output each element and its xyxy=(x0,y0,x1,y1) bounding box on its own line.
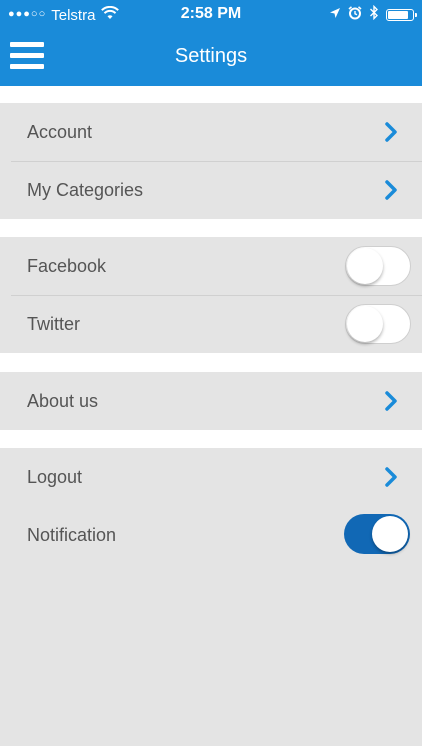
row-label: Facebook xyxy=(27,256,107,276)
row-label: Notification xyxy=(27,525,117,545)
location-arrow-icon xyxy=(329,6,341,23)
page-title: Settings xyxy=(174,45,248,67)
row-label: My Categories xyxy=(27,180,144,200)
settings-list: Account My Categories Facebook Twitter A… xyxy=(0,86,422,750)
settings-group-account-actions: Logout Notification xyxy=(0,448,422,746)
chevron-right-icon xyxy=(385,467,397,487)
toggle-knob xyxy=(347,247,383,284)
settings-row-about-us[interactable]: About us xyxy=(0,372,422,430)
settings-group-social: Facebook Twitter xyxy=(0,237,422,353)
settings-group-account: Account My Categories xyxy=(0,103,422,219)
settings-row-notification: Notification xyxy=(0,506,422,564)
chevron-right-icon xyxy=(385,122,397,142)
settings-group-about: About us xyxy=(0,372,422,430)
alarm-clock-icon xyxy=(348,5,362,24)
chevron-right-icon xyxy=(385,391,397,411)
settings-row-logout[interactable]: Logout xyxy=(0,448,422,506)
toggle-knob xyxy=(372,516,408,552)
settings-row-my-categories[interactable]: My Categories xyxy=(0,161,422,219)
chevron-right-icon xyxy=(385,180,397,200)
row-label: Account xyxy=(27,122,93,142)
row-label: Logout xyxy=(27,467,83,487)
twitter-toggle[interactable] xyxy=(345,304,411,344)
bluetooth-icon xyxy=(369,4,379,24)
battery-tip xyxy=(415,12,417,17)
settings-row-facebook: Facebook xyxy=(0,237,422,295)
status-right xyxy=(329,4,417,24)
settings-row-twitter: Twitter xyxy=(0,295,422,353)
status-bar: ●●●○○ Telstra 2:58 PM xyxy=(0,0,422,30)
settings-row-account[interactable]: Account xyxy=(0,103,422,161)
notification-toggle[interactable] xyxy=(344,514,410,554)
row-label: About us xyxy=(27,391,99,411)
facebook-toggle[interactable] xyxy=(345,246,411,286)
battery-level xyxy=(388,10,408,19)
row-label: Twitter xyxy=(27,314,81,334)
toggle-knob xyxy=(347,305,383,342)
battery-icon xyxy=(386,8,417,21)
app-header: ●●●○○ Telstra 2:58 PM Settings xyxy=(0,0,422,86)
